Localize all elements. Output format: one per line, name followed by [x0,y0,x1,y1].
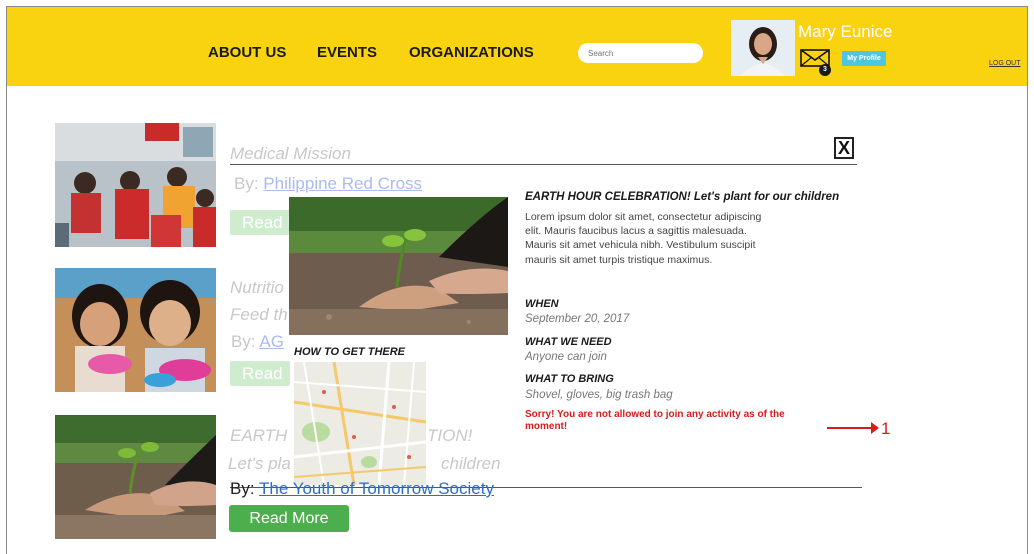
card-by: By: Philippine Red Cross [234,174,422,194]
divider [230,164,857,165]
my-profile-button[interactable]: My Profile [842,51,886,66]
avatar[interactable] [731,20,795,76]
nav-about-us[interactable]: ABOUT US [208,44,286,61]
card-by: By: AG [231,332,284,352]
join-warning: Sorry! You are not allowed to join any a… [525,409,785,432]
organization-link[interactable]: AG [259,332,284,351]
card-subtitle-part: Let's pla [228,454,291,473]
read-more-button[interactable]: Read More [229,505,349,532]
card-title-part[interactable]: TION! [427,426,472,446]
need-label: WHAT WE NEED [525,336,612,348]
card-by: By: The Youth of Tomorrow Society [230,479,494,499]
nav-events[interactable]: EVENTS [317,44,377,61]
when-value: September 20, 2017 [525,313,630,325]
by-prefix: By: [231,332,256,351]
tree-planting-image [55,415,216,539]
logout-link[interactable]: LOG OUT [989,60,1021,67]
page-frame: ABOUT US EVENTS ORGANIZATIONS Mary Eunic… [6,6,1028,554]
need-value: Anyone can join [525,351,607,363]
modal-description: Lorem ipsum dolor sit amet, consectetur … [525,211,762,266]
organization-link[interactable]: Philippine Red Cross [263,174,422,193]
by-prefix: By: [234,174,259,193]
nav-organizations[interactable]: ORGANIZATIONS [409,44,534,61]
card-title-part[interactable]: EARTH [230,426,287,446]
user-name: Mary Eunice [798,22,893,41]
top-header: ABOUT US EVENTS ORGANIZATIONS Mary Eunic… [7,7,1027,86]
read-more-button[interactable]: Read M [230,361,290,409]
medical-mission-image [55,123,216,247]
search-input[interactable] [578,43,703,63]
nutrition-image [55,268,216,392]
modal-title: EARTH HOUR CELEBRATION! Let's plant for … [525,191,840,203]
card-title[interactable]: Nutritio [230,278,284,298]
by-prefix: By: [230,479,255,498]
how-to-get-there-heading: HOW TO GET THERE [294,346,406,358]
when-label: WHEN [525,298,559,310]
arrow-icon [827,422,879,434]
card-subtitle: Feed th [230,305,288,324]
organization-link[interactable]: The Youth of Tomorrow Society [259,479,494,498]
close-button[interactable]: X [834,137,854,159]
bring-label: WHAT TO BRING [525,373,614,385]
mail-count-badge: 3 [819,64,831,76]
bring-value: Shovel, gloves, big trash bag [525,389,673,401]
location-map[interactable] [294,362,426,485]
card-subtitle-part: children [441,454,501,473]
annotation-number: 1 [881,419,891,438]
event-photo [289,197,508,335]
card-title[interactable]: Medical Mission [230,144,351,164]
